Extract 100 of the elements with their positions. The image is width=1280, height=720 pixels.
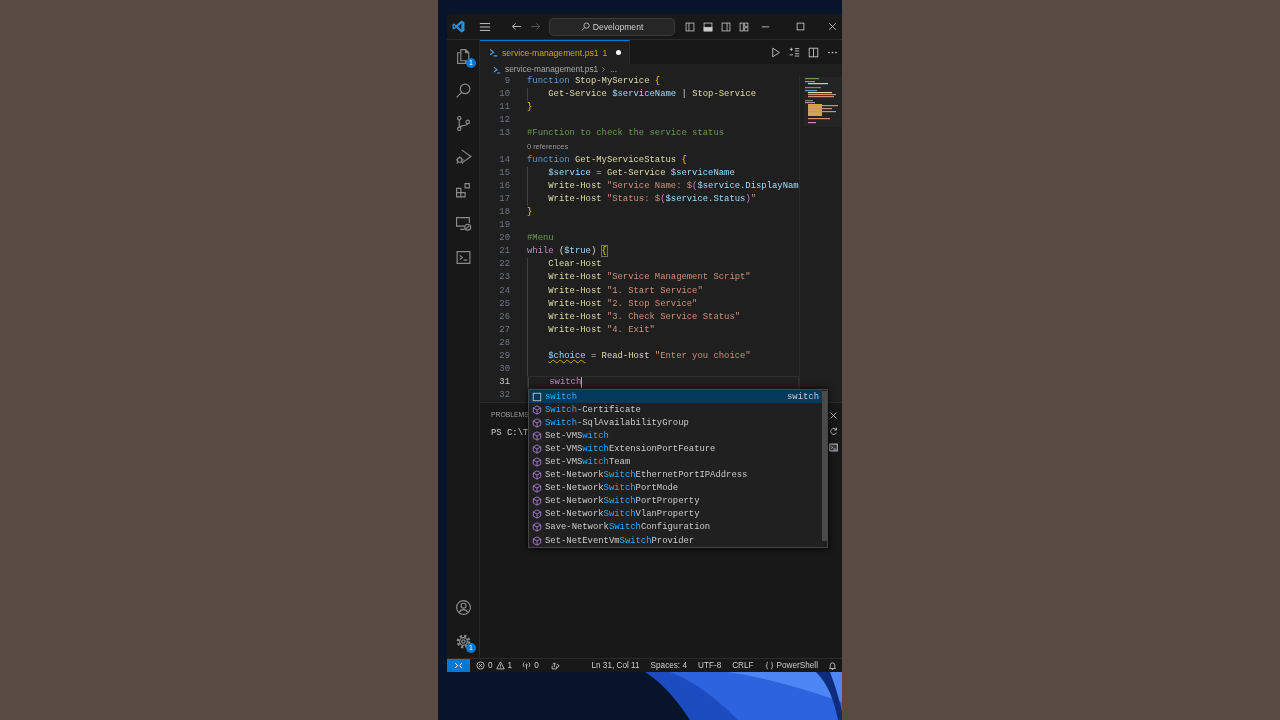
remote-icon [454,661,463,670]
maximize-icon[interactable] [796,22,805,31]
suggestion-item[interactable]: Set-VMSwitchExtensionPortFeature [529,442,822,456]
code-line: function Stop-MyService { [527,75,661,88]
suggestion-item[interactable]: Set-VMSwitchTeam [529,455,822,469]
run-debug-icon[interactable] [455,148,472,166]
powershell-file-icon [493,65,501,74]
cube-icon [532,430,542,441]
breadcrumb-item[interactable]: service-management.ps1 [505,64,599,75]
suggestion-item[interactable]: Save-NetworkSwitchConfiguration [529,520,822,535]
ports-count[interactable]: 0 [534,661,539,670]
refresh-icon[interactable] [828,427,838,436]
line-number: 18 [498,205,510,219]
cursor-position[interactable]: Ln 31, Col 11 [591,661,640,670]
line-number: 28 [498,336,510,350]
line-number: 21 [498,245,510,259]
indentation-setting[interactable]: Spaces: 4 [650,661,687,670]
terminal-icon[interactable] [828,443,838,452]
breadcrumb-item[interactable]: ... [610,64,618,75]
customize-layout-icon[interactable] [739,21,749,32]
back-arrow-icon[interactable] [511,21,522,32]
text-cursor [581,377,583,389]
close-icon[interactable] [828,22,837,31]
line-ending-setting[interactable]: CRLF [732,661,754,670]
code-line: Write-Host "2. Stop Service" [548,297,698,311]
panel-layout-icon[interactable] [703,21,713,32]
branch-icon[interactable] [455,114,472,132]
line-number: 24 [498,284,510,298]
line-number: 27 [498,323,510,337]
warning-icon[interactable] [495,661,505,670]
line-number: 11 [498,101,510,115]
account-icon[interactable] [455,599,472,617]
code-line: #Function to check the service status [527,127,725,141]
antenna-icon[interactable] [522,661,532,670]
braces-icon[interactable] [764,661,774,670]
split-editor-icon[interactable] [808,46,819,58]
chevron-icon [601,66,607,73]
code-line: Write-Host "Service Management Script" [548,271,751,285]
search-icon[interactable] [455,81,472,99]
cube-icon [532,470,542,481]
suggestion-item[interactable]: Switch-Certificate [529,403,822,417]
line-number: 10 [498,88,510,102]
cube-icon [532,404,542,415]
code-line: Clear-Host [548,258,602,272]
share-icon[interactable] [550,661,560,670]
error-count[interactable]: 0 [488,661,493,670]
suggestion-item[interactable]: switch switch [529,390,822,404]
unsaved-dot-icon[interactable] [616,50,622,55]
code-line: $choice = Read-Host "Enter you choice" [548,349,751,363]
files-icon[interactable] [455,48,472,66]
code-line: while ($true) { [527,245,607,259]
suggestion-item[interactable]: Set-NetworkSwitchPortMode [529,481,822,495]
error-icon[interactable] [476,661,485,670]
cube-icon [532,443,542,454]
menu-icon[interactable] [479,20,491,33]
settings-icon[interactable] [455,632,472,650]
line-number: 17 [498,192,510,206]
sidebar-layout-icon[interactable] [685,21,695,32]
suggestion-item[interactable]: Set-NetEventVmSwitchProvider [529,534,822,548]
suggestion-item[interactable]: Set-NetworkSwitchVlanProperty [529,507,822,521]
line-number: 9 [503,75,510,88]
line-number: 29 [498,349,510,363]
search-icon [580,22,590,31]
code-line: Get-Service $serviceName | Stop-Service [548,88,757,102]
editor-tab[interactable]: service-management.ps1 1 [480,40,630,64]
scrollbar-thumb[interactable] [822,391,827,541]
line-number: 16 [498,179,510,193]
code-line: Write-Host "1. Start Service" [548,284,703,298]
extensions-icon[interactable] [455,181,472,199]
line-number: 22 [498,258,510,272]
cube-icon [532,483,542,494]
terminal-icon[interactable] [455,248,472,266]
line-number: 30 [498,363,510,377]
remote-button[interactable] [447,659,470,672]
line-number: 14 [498,153,510,167]
suggestion-item[interactable]: Switch-SqlAvailabilityGroup [529,416,822,430]
line-number: 12 [498,114,510,128]
monitor-icon[interactable] [455,215,472,233]
cube-icon [532,496,542,507]
keyword-icon [532,391,542,402]
close-icon[interactable] [828,411,838,420]
code-line: switch [549,376,582,390]
suggestion-item[interactable]: Set-NetworkSwitchEthernetPortIPAddress [529,468,822,482]
cube-icon [532,509,542,520]
language-mode[interactable]: PowerShell [776,661,818,670]
compare-icon[interactable] [789,46,800,58]
run-icon[interactable] [770,46,781,58]
cube-icon [532,457,542,467]
cube-icon [532,535,542,546]
terminal-prompt: PS C:\T [491,427,529,440]
line-number: 13 [498,127,510,141]
warning-count[interactable]: 1 [507,661,513,670]
suggestion-item[interactable]: Set-VMSwitch [529,429,822,443]
code-line: Write-Host "Service Name: $($service.DisplayNam [548,179,799,193]
secondary-sidebar-icon[interactable] [721,21,731,32]
command-center[interactable]: Development [549,17,675,36]
encoding-setting[interactable]: UTF-8 [698,661,722,670]
suggestion-item[interactable]: Set-NetworkSwitchPortProperty [529,494,822,508]
bell-icon[interactable] [828,661,837,670]
line-number: 15 [498,166,510,180]
